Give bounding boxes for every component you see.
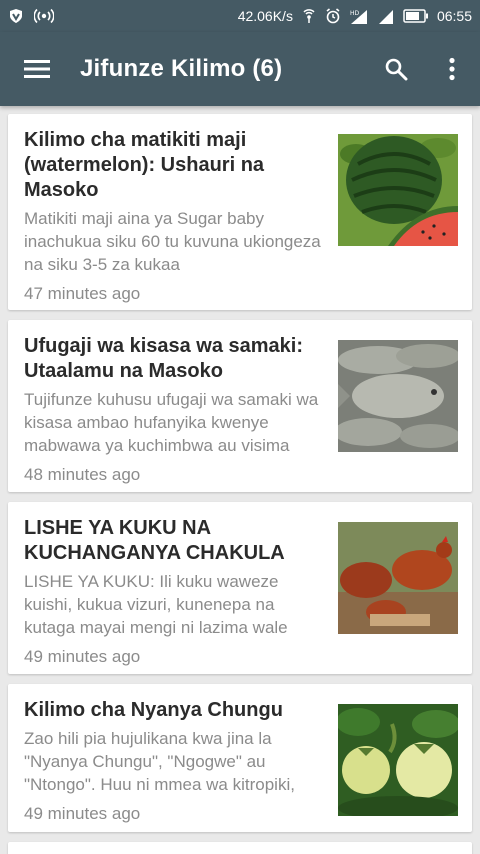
broadcast-icon [34,8,54,24]
article-time: 49 minutes ago [24,647,141,666]
article-title: Kilimo cha Nyanya Chungu [24,699,283,721]
article-time: 48 minutes ago [24,465,141,484]
article-excerpt: LISHE YA KUKU: Ili kuku waweze kuishi, k… [24,572,288,637]
article-feed[interactable]: Kilimo cha matikiti maji (watermelon): U… [0,106,480,854]
vpn-shield-icon [8,8,24,24]
article-card[interactable] [8,842,472,854]
alarm-icon [325,8,341,24]
menu-icon [24,60,50,78]
article-time: 49 minutes ago [24,804,141,823]
article-card[interactable]: Kilimo cha matikiti maji (watermelon): U… [8,114,472,310]
article-excerpt: Tujifunze kuhusu ufugaji wa samaki wa ki… [24,390,319,455]
article-card[interactable]: Ufugaji wa kisasa wa samaki: Utaalamu na… [8,320,472,492]
article-title: LISHE YA KUKU NA KUCHANGANYA CHAKULA [24,517,285,564]
article-excerpt: Zao hili pia hujulikana kwa jina la "Nya… [24,729,295,794]
chickens-image [338,522,458,634]
article-title: Kilimo cha matikiti maji (watermelon): U… [24,129,265,201]
battery-icon [403,9,429,23]
article-title: Ufugaji wa kisasa wa samaki: Utaalamu na… [24,335,304,382]
watermelon-image [338,134,458,246]
status-time: 06:55 [436,8,472,24]
search-icon [385,58,408,81]
app-title: Jifunze Kilimo (6) [80,55,283,82]
article-card[interactable]: Kilimo cha Nyanya Chungu Zao hili pia hu… [8,684,472,832]
fish-image [338,340,458,452]
menu-button[interactable] [0,32,74,106]
more-vertical-icon [449,57,455,81]
svg-text:HD: HD [350,10,360,17]
app-bar: Jifunze Kilimo (6) [0,32,480,106]
article-time: 47 minutes ago [24,284,141,303]
search-button[interactable] [368,32,424,106]
overflow-menu-button[interactable] [424,32,480,106]
signal-hd-icon: HD [349,8,369,24]
status-bar: 42.06K/s HD 06:55 [0,0,480,32]
garden-eggs-image [338,704,458,816]
hotspot-icon [301,8,317,24]
article-excerpt: Matikiti maji aina ya Sugar baby inachuk… [24,209,321,274]
signal-icon [377,8,395,24]
article-card[interactable]: LISHE YA KUKU NA KUCHANGANYA CHAKULA LIS… [8,502,472,674]
network-speed: 42.06K/s [237,8,293,24]
